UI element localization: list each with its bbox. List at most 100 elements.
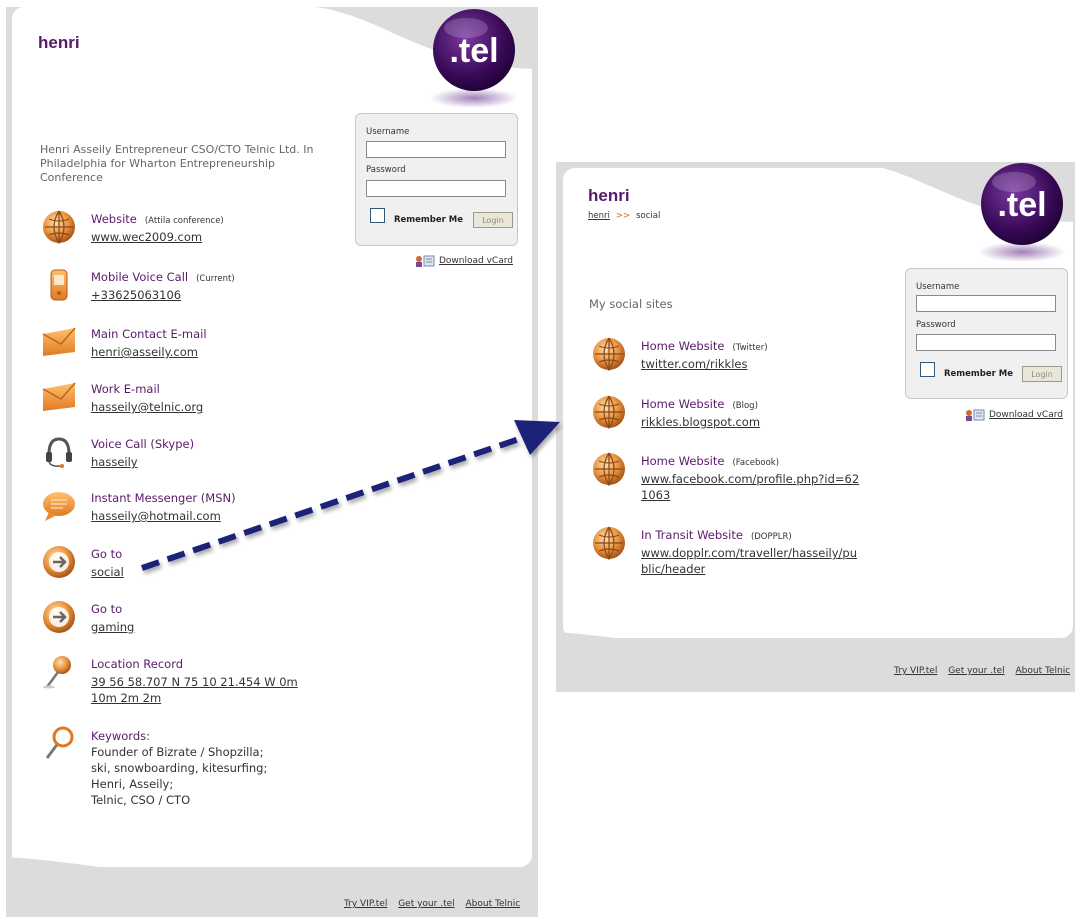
entry-label: Work E-mail	[91, 382, 160, 396]
entry-value-link[interactable]: rikkles.blogspot.com	[641, 414, 861, 430]
keyword-line: Founder of Bizrate / Shopzilla;	[91, 745, 264, 759]
svg-text:.tel: .tel	[997, 186, 1046, 224]
right-footer-links: Try VIP.tel Get your .tel About Telnic	[886, 666, 1070, 676]
chat-bubble-icon	[43, 492, 75, 521]
entry-label: Home Website	[641, 454, 725, 468]
remember-me-checkbox[interactable]	[920, 362, 935, 377]
headset-icon	[46, 437, 72, 468]
login-box: Username Password Remember Me Login	[355, 113, 518, 246]
profile-intro: Henri Asseily Entrepreneur CSO/CTO Telni…	[40, 143, 314, 184]
entry-value-link[interactable]: hasseily@hotmail.com	[91, 508, 311, 524]
entry-value-link[interactable]: www.facebook.com/profile.php?id=621063	[641, 471, 863, 503]
footer-link-get-tel[interactable]: Get your .tel	[948, 666, 1004, 676]
login-box: Username Password Remember Me Login	[905, 268, 1068, 399]
footer-link-try-vip[interactable]: Try VIP.tel	[344, 899, 387, 909]
mobile-phone-icon	[50, 269, 68, 301]
breadcrumb-separator: >>	[615, 211, 631, 221]
list-item-work-email: Work E-mail hasseily@telnic.org	[41, 381, 311, 415]
password-input[interactable]	[366, 180, 506, 197]
globe-icon	[593, 337, 625, 372]
entry-label: Location Record	[91, 657, 184, 671]
entry-note: (Blog)	[732, 401, 758, 411]
magnifier-icon	[45, 726, 74, 759]
username-label: Username	[916, 282, 960, 292]
entry-value-link[interactable]: twitter.com/rikkles	[641, 356, 861, 372]
entry-label: Website	[91, 212, 137, 226]
entry-value-link[interactable]: 39 56 58.707 N 75 10 21.454 W 0m 10m 2m …	[91, 674, 311, 706]
entry-label: Voice Call (Skype)	[91, 437, 195, 451]
footer-link-try-vip[interactable]: Try VIP.tel	[894, 666, 937, 676]
brand-name[interactable]: henri	[588, 186, 630, 206]
footer-link-get-tel[interactable]: Get your .tel	[398, 899, 454, 909]
envelope-icon	[42, 382, 76, 411]
svg-text:.tel: .tel	[449, 32, 498, 70]
password-label: Password	[366, 165, 406, 175]
username-label: Username	[366, 127, 410, 137]
entry-value-link[interactable]: www.dopplr.com/traveller/hasseily/public…	[641, 545, 863, 577]
globe-icon	[593, 526, 625, 561]
download-vcard-link[interactable]: Download vCard	[965, 409, 1063, 421]
remember-me-checkbox[interactable]	[370, 208, 385, 223]
map-pin-icon	[43, 656, 71, 689]
entry-value-link[interactable]: hasseily	[91, 454, 311, 470]
list-item-goto-gaming: Go to gaming	[41, 601, 311, 635]
vcard-icon	[966, 409, 985, 421]
entry-value-link[interactable]: www.wec2009.com	[91, 229, 311, 245]
keyword-line: ski, snowboarding, kitesurfing;	[91, 761, 268, 775]
globe-icon	[43, 210, 75, 245]
vcard-icon	[416, 255, 435, 267]
goto-arrow-icon	[43, 546, 75, 578]
list-item-social-twitter: Home Website (Twitter) twitter.com/rikkles	[591, 337, 861, 372]
entry-value-link[interactable]: social	[91, 564, 311, 580]
entry-label: Go to	[91, 602, 123, 616]
list-item-skype: Voice Call (Skype) hasseily	[41, 436, 311, 470]
entry-label: Go to	[91, 547, 123, 561]
entry-label: Home Website	[641, 339, 725, 353]
list-item-social-blog: Home Website (Blog) rikkles.blogspot.com	[591, 395, 861, 430]
globe-icon	[593, 452, 625, 487]
password-input[interactable]	[916, 334, 1056, 351]
entry-label: Home Website	[641, 397, 725, 411]
list-item-msn: Instant Messenger (MSN) hasseily@hotmail.…	[41, 490, 311, 524]
footer-link-about[interactable]: About Telnic	[466, 899, 521, 909]
download-vcard-link[interactable]: Download vCard	[415, 255, 513, 267]
globe-icon	[593, 395, 625, 430]
telnic-logo[interactable]: .tel	[426, 6, 522, 110]
entry-note: (DOPPLR)	[750, 532, 792, 542]
telnic-logo[interactable]: .tel	[974, 160, 1070, 264]
breadcrumb-home-link[interactable]: henri	[588, 211, 610, 221]
envelope-icon	[42, 327, 76, 356]
login-button[interactable]: Login	[473, 212, 513, 228]
breadcrumb-current: social	[636, 211, 661, 221]
username-input[interactable]	[366, 141, 506, 158]
entry-value-link[interactable]: henri@asseily.com	[91, 344, 311, 360]
password-label: Password	[916, 320, 956, 330]
footer-link-about[interactable]: About Telnic	[1016, 666, 1071, 676]
list-item-goto-social: Go to social	[41, 546, 311, 580]
list-item-social-facebook: Home Website (Facebook) www.facebook.com/p…	[591, 452, 863, 503]
entry-value-link[interactable]: +33625063106	[91, 287, 311, 303]
username-input[interactable]	[916, 295, 1056, 312]
entry-note: (Current)	[196, 274, 235, 284]
entry-note: (Twitter)	[732, 343, 768, 353]
remember-me-label: Remember Me	[394, 215, 464, 225]
entry-value-link[interactable]: hasseily@telnic.org	[91, 399, 311, 415]
list-item-mobile: Mobile Voice Call (Current) +33625063106	[41, 269, 311, 303]
remember-me-label: Remember Me	[944, 369, 1014, 379]
section-title: My social sites	[589, 297, 673, 311]
right-footer-swoosh	[556, 632, 1075, 692]
list-item-social-dopplr: In Transit Website (DOPPLR) www.dopplr.com…	[591, 526, 863, 577]
list-item-website: Website (Attila conference) www.wec2009.co…	[41, 210, 311, 245]
left-footer-links: Try VIP.tel Get your .tel About Telnic	[336, 899, 520, 909]
entry-value-link[interactable]: gaming	[91, 619, 311, 635]
entry-note: (Attila conference)	[144, 216, 224, 226]
breadcrumb: henri >> social	[588, 211, 660, 221]
keywords-label: Keywords:	[91, 729, 150, 743]
entry-label: Instant Messenger (MSN)	[91, 491, 236, 505]
keyword-line: Telnic, CSO / CTO	[91, 793, 191, 807]
keyword-line: Henri, Asseily;	[91, 777, 174, 791]
entry-label: In Transit Website	[641, 528, 743, 542]
brand-name[interactable]: henri	[38, 33, 80, 53]
entry-label: Mobile Voice Call	[91, 270, 189, 284]
login-button[interactable]: Login	[1022, 366, 1062, 382]
